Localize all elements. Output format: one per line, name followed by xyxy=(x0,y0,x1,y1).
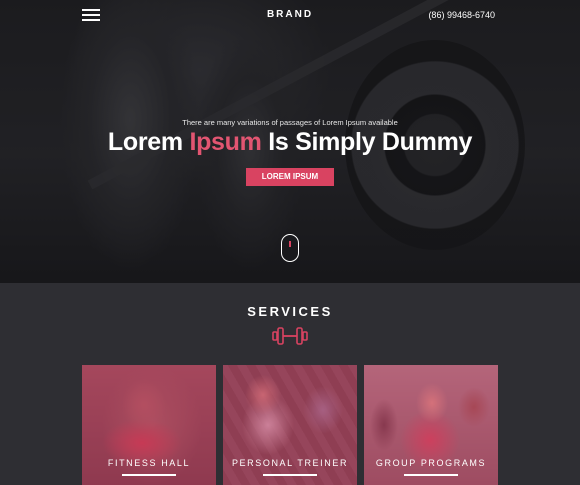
service-card-fitness-hall[interactable]: FITNESS HALL xyxy=(82,365,216,485)
service-card-underline xyxy=(404,474,458,476)
hero-subtitle: There are many variations of passages of… xyxy=(182,118,398,127)
phone-number[interactable]: (86) 99468-6740 xyxy=(428,10,495,20)
hero-title-part1: Lorem xyxy=(107,128,190,156)
hero-cta-button[interactable]: LOREM IPSUM xyxy=(246,168,334,186)
service-card-group-programs[interactable]: GROUP PROGRAMS xyxy=(364,365,498,485)
service-card-underline xyxy=(263,474,317,476)
hero-title: Lorem Ipsum Is Simply Dummy xyxy=(0,128,580,157)
service-card-label: GROUP PROGRAMS xyxy=(375,458,487,468)
hero-section: BRAND (86) 99468-6740 There are many var… xyxy=(0,0,580,283)
service-card-label: PERSONAL TREINER xyxy=(231,458,349,468)
service-cards: FITNESS HALL PERSONAL TREINER GROUP PROG… xyxy=(82,365,498,485)
services-title: SERVICES xyxy=(247,304,333,319)
mouse-scroll-wheel xyxy=(289,241,291,247)
mouse-scroll-icon[interactable] xyxy=(281,234,299,262)
services-section: SERVICES FITNESS HALL PERSONAL TREINER G… xyxy=(0,283,580,485)
hero-title-accent: Ipsum xyxy=(189,128,262,156)
service-card-label: FITNESS HALL xyxy=(107,458,191,468)
service-card-underline xyxy=(122,474,176,476)
dumbbell-icon xyxy=(272,327,308,345)
top-navigation-bar: BRAND (86) 99468-6740 xyxy=(0,0,580,30)
service-card-personal-treiner[interactable]: PERSONAL TREINER xyxy=(223,365,357,485)
hero-title-part2: Is Simply Dummy xyxy=(261,128,473,156)
